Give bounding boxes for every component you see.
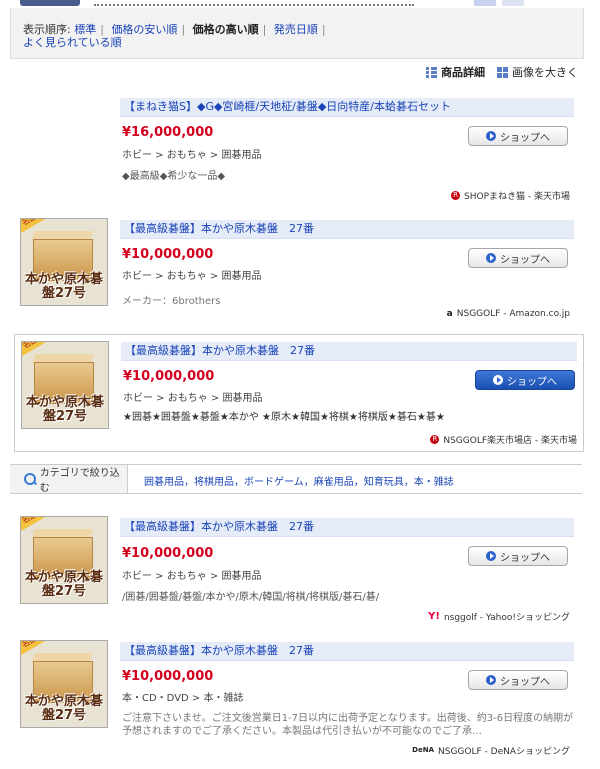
item-thumbnail[interactable]: 名品 本かや原木碁盤27号 — [21, 341, 109, 429]
item-price: ¥10,000,000 — [122, 669, 214, 684]
arrow-icon — [486, 253, 496, 263]
sort-popular[interactable]: よく見られている順 — [23, 36, 122, 49]
header-button[interactable] — [474, 0, 496, 6]
item-category[interactable]: ホビー > おもちゃ > 囲碁用品 — [123, 389, 262, 404]
item-maker: メーカー：6brothers — [122, 296, 221, 307]
arrow-icon — [486, 675, 496, 685]
result-item: 名品 本かや原木碁盤27号 【最高級碁盤】本かや原木碁盤 27番 ¥10,000… — [18, 638, 576, 766]
sort-price-low[interactable]: 価格の安い順 — [111, 23, 177, 36]
dena-icon: DeNA — [412, 746, 434, 754]
item-description: ★囲碁★囲碁盤★碁盤★本かや ★原木★韓国★将棋★将棋版★碁石★碁★ — [123, 412, 445, 423]
sort-options: 表示順序: 標準 | 価格の安い順 | 価格の高い順 | 発売日順 | よく見られている… — [23, 23, 326, 49]
shop-button[interactable]: ショップへ — [475, 370, 575, 390]
item-title[interactable]: 【最高級碁盤】本かや原木碁盤 27番 — [120, 642, 574, 661]
item-description: ◆最高級◆希少な一品◆ — [122, 171, 226, 182]
sort-panel: 表示順序: 標準 | 価格の安い順 | 価格の高い順 | 発売日順 | よく見られている… — [10, 8, 584, 59]
shop-button[interactable]: ショップへ — [468, 670, 568, 690]
sort-price-high[interactable]: 価格の高い順 — [193, 23, 259, 36]
sort-release-date[interactable]: 発売日順 — [274, 23, 318, 36]
shop-name[interactable]: R SHOPまねき猫 - 楽天市場 — [451, 189, 570, 202]
results-tab[interactable] — [20, 0, 80, 6]
thumb-caption: 本かや原木碁盤27号 — [25, 570, 104, 599]
item-thumbnail[interactable]: 名品 本かや原木碁盤27号 — [20, 640, 108, 728]
result-item: 名品 本かや原木碁盤27号 【最高級碁盤】本かや原木碁盤 27番 ¥10,000… — [18, 216, 576, 326]
shop-name[interactable]: R NSGGOLF楽天市場店 - 楽天市場 — [430, 433, 577, 446]
item-description: ご注意下さいませ。ご注文後営業日1-7日以内に出荷予定となります。出荷後、約3-… — [122, 713, 574, 737]
item-thumbnail[interactable]: 名品 本かや原木碁盤27号 — [20, 218, 108, 306]
rakuten-icon: R — [451, 191, 461, 200]
amazon-icon: a — [446, 308, 453, 319]
shop-name[interactable]: DeNA NSGGOLF - DeNAショッピング — [412, 744, 570, 757]
shop-button[interactable]: ショップへ — [468, 546, 568, 566]
list-view-icon — [426, 66, 437, 78]
item-title[interactable]: 【最高級碁盤】本かや原木碁盤 27番 — [120, 220, 574, 239]
item-price: ¥16,000,000 — [122, 125, 214, 140]
view-details-option[interactable]: 商品詳細 — [426, 64, 485, 80]
result-item: 名品 本かや原木碁盤27号 【最高級碁盤】本かや原木碁盤 27番 ¥10,000… — [18, 514, 576, 624]
item-thumbnail[interactable]: 名品 本かや原木碁盤27号 — [20, 516, 108, 604]
arrow-icon — [486, 551, 496, 561]
item-title[interactable]: 【まねき猫S】◆G◆宮崎榧/天地柾/碁盤◆日向特産/本蛤碁石セット — [120, 98, 574, 117]
item-price: ¥10,000,000 — [122, 546, 214, 561]
header-button-2[interactable] — [502, 0, 524, 6]
view-large-option[interactable]: 画像を大きく — [497, 64, 578, 80]
view-options: 商品詳細 画像を大きく — [426, 64, 578, 80]
shop-name[interactable]: a NSGGOLF - Amazon.co.jp — [447, 309, 570, 319]
thumb-caption: 本かや原木碁盤27号 — [25, 272, 104, 301]
category-links[interactable]: 囲碁用品，将棋用品，ボードゲーム，麻雀用品，知育玩具，本・雑誌 — [144, 473, 454, 488]
view-details-label: 商品詳細 — [441, 66, 485, 79]
item-category[interactable]: ホビー > おもちゃ > 囲碁用品 — [122, 567, 261, 582]
top-header-strip — [10, 0, 582, 8]
item-description: /囲碁/囲碁盤/碁盤/本かや/原木/韓国/将棋/将棋版/碁石/碁/ — [122, 592, 380, 603]
thumb-caption: 本かや原木碁盤27号 — [26, 395, 105, 424]
yahoo-icon: Y! — [428, 611, 440, 622]
item-category[interactable]: ホビー > おもちゃ > 囲碁用品 — [122, 267, 261, 282]
item-title[interactable]: 【最高級碁盤】本かや原木碁盤 27番 — [120, 518, 574, 537]
view-large-label: 画像を大きく — [512, 66, 578, 79]
header-divider — [94, 0, 414, 6]
category-refine-label[interactable]: カテゴリで絞り込む — [10, 465, 128, 494]
result-item-highlighted: 名品 本かや原木碁盤27号 【最高級碁盤】本かや原木碁盤 27番 ¥10,000… — [14, 334, 584, 452]
item-price: ¥10,000,000 — [122, 247, 214, 262]
item-category[interactable]: 本・CD・DVD > 本・雑誌 — [122, 689, 243, 704]
magnifier-icon — [24, 473, 36, 485]
shop-name[interactable]: Y! nsggolf - Yahoo!ショッピング — [428, 610, 570, 624]
shop-button[interactable]: ショップへ — [468, 248, 568, 268]
category-refine-bar: カテゴリで絞り込む 囲碁用品，将棋用品，ボードゲーム，麻雀用品，知育玩具，本・雑… — [10, 464, 582, 494]
arrow-icon — [486, 131, 496, 141]
arrow-icon — [493, 375, 503, 385]
grid-view-icon — [497, 66, 508, 78]
sort-label: 表示順序: — [23, 23, 71, 36]
rakuten-icon: R — [430, 435, 440, 444]
result-item: 【まねき猫S】◆G◆宮崎榧/天地柾/碁盤◆日向特産/本蛤碁石セット ¥16,00… — [18, 96, 576, 206]
item-category[interactable]: ホビー > おもちゃ > 囲碁用品 — [122, 146, 261, 161]
shop-button[interactable]: ショップへ — [468, 126, 568, 146]
sort-standard[interactable]: 標準 — [74, 23, 96, 36]
item-price: ¥10,000,000 — [123, 369, 215, 384]
item-title[interactable]: 【最高級碁盤】本かや原木碁盤 27番 — [121, 342, 577, 361]
thumb-caption: 本かや原木碁盤27号 — [25, 694, 104, 723]
